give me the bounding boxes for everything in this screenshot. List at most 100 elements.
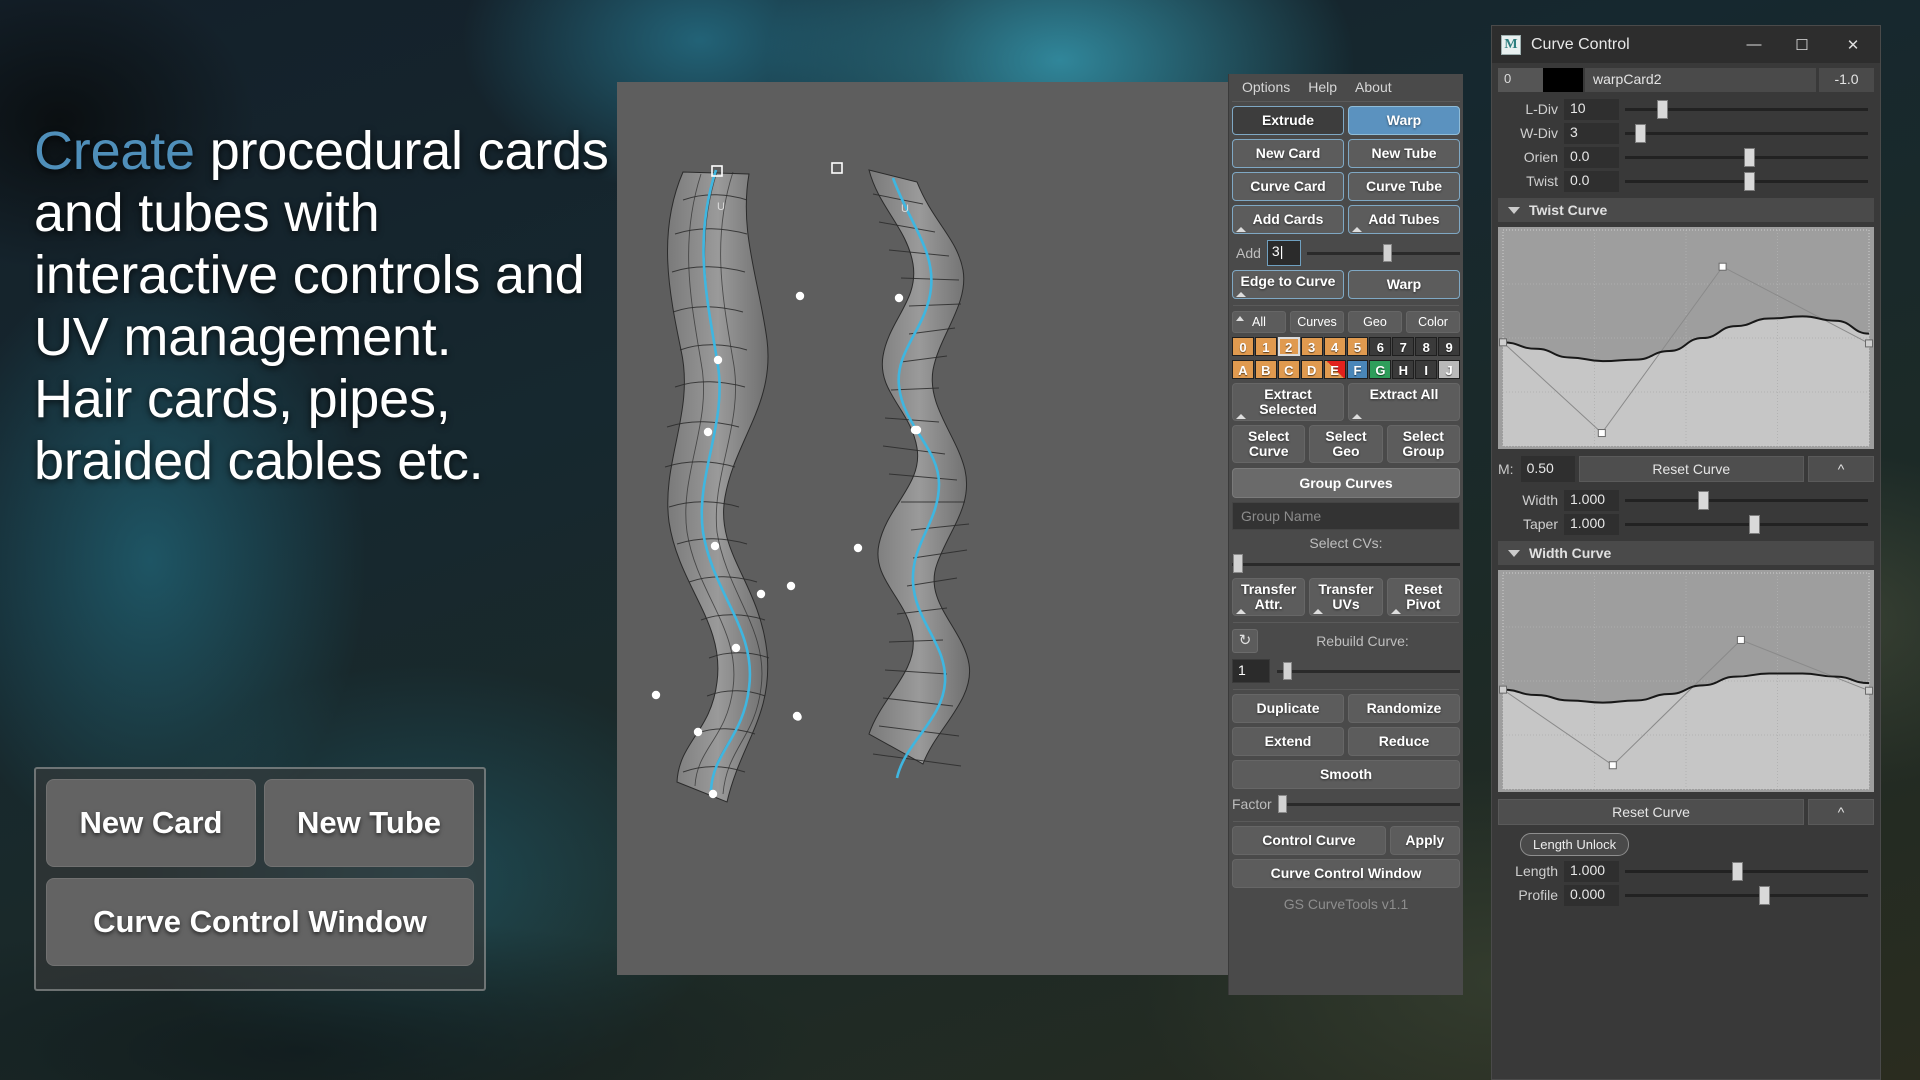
options-corner-icon[interactable]: [1236, 609, 1246, 614]
m-value-input[interactable]: 0.50: [1520, 456, 1575, 482]
object-name-field[interactable]: warpCard2: [1585, 68, 1816, 92]
width-collapse-button[interactable]: ^: [1808, 799, 1874, 825]
grid-cell[interactable]: H: [1392, 360, 1415, 379]
grid-cell[interactable]: A: [1232, 360, 1254, 379]
warp-mode-button[interactable]: Warp: [1348, 106, 1460, 135]
length-unlock-button[interactable]: Length Unlock: [1520, 833, 1630, 856]
slider-knob[interactable]: [1758, 885, 1770, 905]
extrude-button[interactable]: Extrude: [1232, 106, 1344, 135]
slider-knob[interactable]: [1283, 662, 1292, 680]
slider-knob[interactable]: [1744, 171, 1756, 191]
slider-knob[interactable]: [1731, 861, 1743, 881]
select-geo-button[interactable]: Select Geo: [1309, 425, 1383, 463]
grid-cell[interactable]: C: [1277, 360, 1300, 379]
profile-slider[interactable]: [1625, 885, 1868, 906]
extend-button[interactable]: Extend: [1232, 727, 1344, 756]
control-curve-button[interactable]: Control Curve: [1232, 826, 1386, 855]
slider-knob[interactable]: [1744, 147, 1756, 167]
slider-knob[interactable]: [1233, 554, 1243, 573]
minimize-icon[interactable]: —: [1730, 26, 1778, 63]
extract-selected-button[interactable]: Extract Selected: [1232, 383, 1344, 421]
grid-cell[interactable]: B: [1254, 360, 1277, 379]
options-corner-icon[interactable]: [1236, 292, 1246, 297]
randomize-button[interactable]: Randomize: [1348, 694, 1460, 723]
length-slider[interactable]: [1625, 861, 1868, 882]
grid-cell-active[interactable]: 2: [1277, 337, 1300, 356]
ldiv-slider[interactable]: [1625, 99, 1868, 120]
apply-button[interactable]: Apply: [1389, 826, 1460, 855]
slider-knob[interactable]: [1383, 244, 1393, 262]
rebuild-value-input[interactable]: 1: [1232, 659, 1270, 683]
curve-tube-button[interactable]: Curve Tube: [1348, 172, 1460, 201]
ldiv-input[interactable]: 10: [1564, 98, 1619, 120]
object-value-field[interactable]: -1.0: [1819, 68, 1874, 92]
width-curve-graph[interactable]: [1498, 570, 1874, 792]
refresh-icon[interactable]: ↻: [1232, 629, 1258, 653]
add-count-slider[interactable]: [1306, 242, 1460, 264]
grid-cell[interactable]: 8: [1415, 337, 1438, 356]
width-slider[interactable]: [1625, 490, 1868, 511]
slider-knob[interactable]: [1697, 490, 1709, 510]
twist-curve-section-header[interactable]: Twist Curve: [1498, 198, 1874, 222]
index-field[interactable]: 0: [1498, 68, 1543, 92]
menu-options[interactable]: Options: [1242, 79, 1290, 95]
promo-new-tube-button[interactable]: New Tube: [264, 779, 474, 867]
orien-input[interactable]: 0.0: [1564, 146, 1619, 168]
filter-all-button[interactable]: All: [1232, 311, 1286, 333]
grid-cell[interactable]: 9: [1438, 337, 1461, 356]
select-group-button[interactable]: Select Group: [1386, 425, 1460, 463]
profile-input[interactable]: 0.000: [1564, 884, 1619, 906]
twist-collapse-button[interactable]: ^: [1808, 456, 1874, 482]
width-curve-section-header[interactable]: Width Curve: [1498, 541, 1874, 565]
grid-cell[interactable]: 7: [1392, 337, 1415, 356]
grid-cell[interactable]: G: [1369, 360, 1392, 379]
duplicate-button[interactable]: Duplicate: [1232, 694, 1344, 723]
promo-new-card-button[interactable]: New Card: [46, 779, 256, 867]
chevron-down-icon[interactable]: [1508, 549, 1520, 557]
orien-slider[interactable]: [1625, 147, 1868, 168]
options-corner-icon[interactable]: [1390, 609, 1401, 614]
warp-button[interactable]: Warp: [1348, 270, 1460, 299]
new-tube-button[interactable]: New Tube: [1348, 139, 1460, 168]
promo-curve-control-window-button[interactable]: Curve Control Window: [46, 878, 474, 966]
grid-cell[interactable]: 3: [1300, 337, 1323, 356]
add-count-input[interactable]: 3|: [1266, 240, 1301, 266]
options-corner-icon[interactable]: [1313, 609, 1324, 614]
filter-geo-button[interactable]: Geo: [1348, 311, 1402, 333]
options-corner-icon[interactable]: [1236, 227, 1246, 232]
twist-slider[interactable]: [1625, 171, 1868, 192]
twist-curve-graph[interactable]: [1498, 227, 1874, 449]
grid-cell[interactable]: 1: [1254, 337, 1277, 356]
slider-knob[interactable]: [1656, 99, 1668, 119]
edge-to-curve-button[interactable]: Edge to Curve: [1232, 270, 1344, 299]
window-titlebar[interactable]: M Curve Control — ☐ ✕: [1492, 26, 1880, 63]
add-tubes-button[interactable]: Add Tubes: [1348, 205, 1460, 234]
wdiv-input[interactable]: 3: [1564, 122, 1619, 144]
options-corner-icon[interactable]: [1352, 227, 1362, 232]
width-input[interactable]: 1.000: [1564, 489, 1619, 511]
twist-input[interactable]: 0.0: [1564, 170, 1619, 192]
select-curve-button[interactable]: Select Curve: [1232, 425, 1306, 463]
grid-cell[interactable]: I: [1415, 360, 1438, 379]
twist-reset-curve-button[interactable]: Reset Curve: [1578, 456, 1804, 482]
options-corner-icon[interactable]: [1352, 414, 1362, 419]
color-swatch[interactable]: [1543, 68, 1583, 92]
options-corner-icon[interactable]: [1236, 316, 1244, 321]
width-reset-curve-button[interactable]: Reset Curve: [1498, 799, 1804, 825]
filter-color-button[interactable]: Color: [1406, 311, 1460, 333]
grid-cell[interactable]: F: [1346, 360, 1369, 379]
slider-knob[interactable]: [1634, 123, 1646, 143]
grid-cell[interactable]: 6: [1369, 337, 1392, 356]
new-card-button[interactable]: New Card: [1232, 139, 1344, 168]
grid-cell[interactable]: D: [1300, 360, 1323, 379]
curve-control-window-button[interactable]: Curve Control Window: [1232, 859, 1460, 888]
extract-all-button[interactable]: Extract All: [1348, 383, 1460, 421]
grid-cell-split[interactable]: E: [1323, 360, 1346, 379]
menu-help[interactable]: Help: [1308, 79, 1337, 95]
filter-curves-button[interactable]: Curves: [1290, 311, 1344, 333]
grid-cell[interactable]: 0: [1232, 337, 1254, 356]
reduce-button[interactable]: Reduce: [1348, 727, 1460, 756]
slider-knob[interactable]: [1748, 514, 1760, 534]
select-cvs-slider[interactable]: [1232, 554, 1460, 574]
group-name-input[interactable]: Group Name: [1232, 502, 1460, 530]
